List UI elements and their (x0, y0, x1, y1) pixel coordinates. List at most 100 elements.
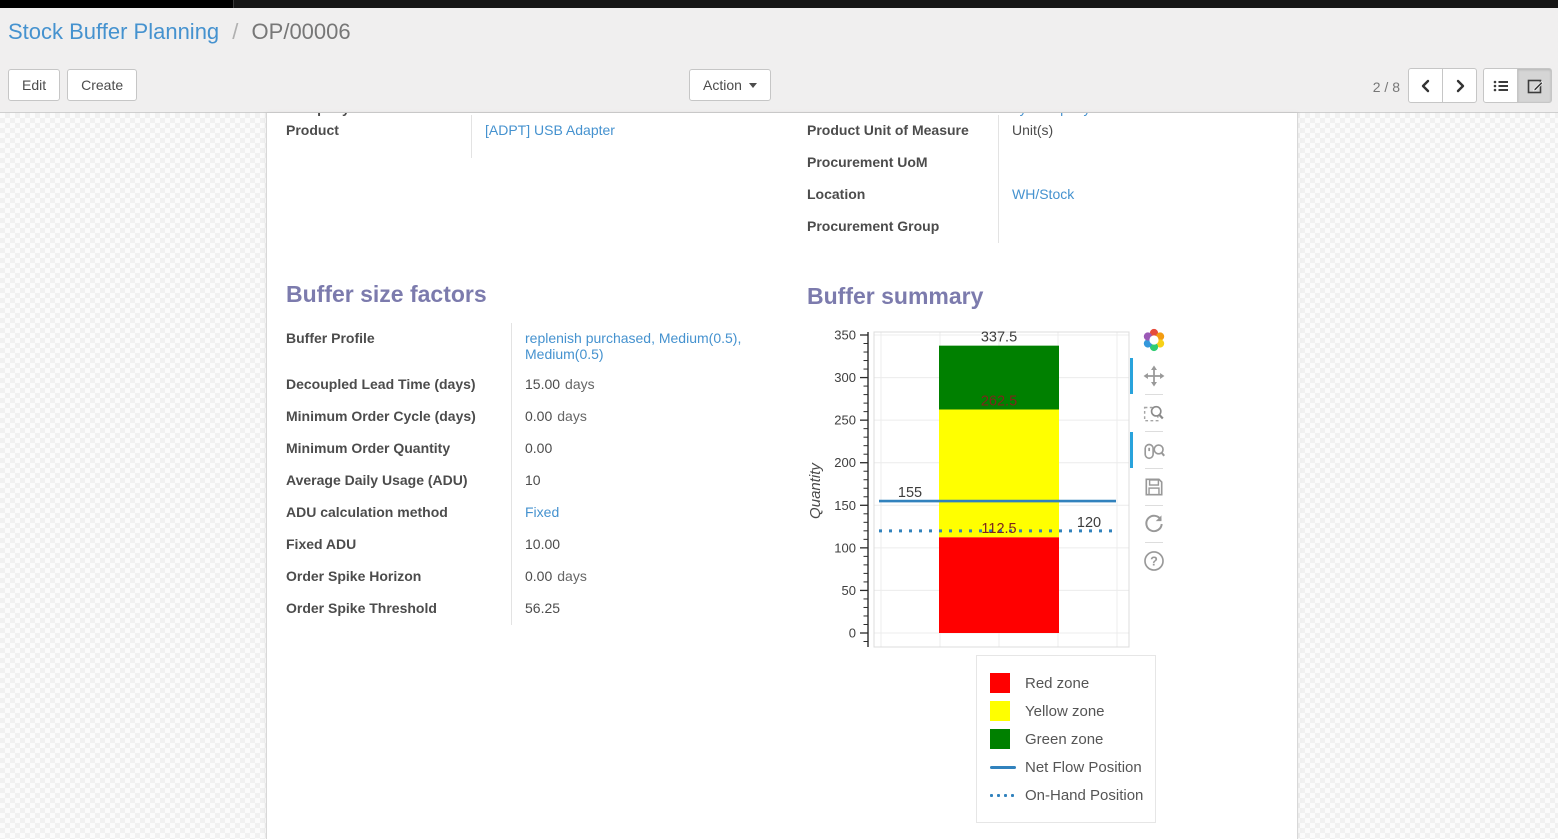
toolbar-separator (1145, 505, 1163, 506)
form-view-icon (1526, 77, 1544, 95)
legend-item: Yellow zone (990, 697, 1149, 725)
chevron-left-icon (1418, 78, 1434, 94)
toolbar-separator (1145, 542, 1163, 543)
field-value-text: 0.00 (525, 440, 552, 456)
active-tool-indicator (1130, 432, 1133, 468)
svg-text:120: 120 (1077, 515, 1101, 531)
field-value-text: 0.00 (525, 568, 552, 584)
field-value: 56.25 (511, 593, 768, 625)
legend-sample (990, 729, 1016, 749)
action-dropdown-button[interactable]: Action (689, 69, 771, 101)
section-title-buffer-summary: Buffer summary (807, 283, 983, 310)
legend-sample (990, 701, 1016, 721)
field-label: Product Unit of Measure (807, 115, 998, 147)
svg-text:Quantity: Quantity (807, 462, 824, 519)
field-value: [ADPT] USB Adapter (471, 115, 774, 158)
legend-item: Net Flow Position (990, 753, 1149, 781)
field-row: Decoupled Lead Time (days) 15.00 days (286, 369, 768, 401)
field-row: Order Spike Threshold 56.25 (286, 593, 768, 625)
buffer-summary-chart: 050100150200250300350337.5262.5155112.51… (807, 313, 1289, 823)
field-value-text: 10 (525, 472, 541, 488)
field-unit: days (557, 568, 587, 584)
field-label: Location (807, 179, 998, 211)
field-value-link[interactable]: replenish purchased, Medium(0.5), Medium… (525, 330, 741, 362)
field-value-text: 15.00 (525, 376, 560, 392)
action-label: Action (703, 77, 742, 93)
view-switcher-form-button[interactable] (1517, 68, 1552, 103)
field-row: ADU calculation methodFixed (286, 497, 768, 529)
field-label: Minimum Order Cycle (days) (286, 401, 511, 433)
measure-location-fields-group: Product Unit of Measure Unit(s) Procuremen… (807, 115, 1277, 243)
field-label: Order Spike Horizon (286, 561, 511, 593)
field-label: Fixed ADU (286, 529, 511, 561)
bokeh-logo-icon[interactable] (1141, 327, 1167, 353)
help-icon[interactable]: ? (1143, 550, 1165, 572)
field-value-text: 10.00 (525, 536, 560, 552)
legend-label: Net Flow Position (1025, 759, 1142, 776)
field-value-link[interactable]: WH/Stock (1012, 186, 1074, 202)
breadcrumb-current: OP/00006 (252, 19, 351, 44)
legend-sample (990, 673, 1016, 693)
field-value-link[interactable]: [ADPT] USB Adapter (485, 122, 615, 138)
breadcrumb-parent-link[interactable]: Stock Buffer Planning (8, 19, 219, 44)
legend-item: On-Hand Position (990, 781, 1149, 809)
breadcrumb: Stock Buffer Planning / OP/00006 (8, 19, 351, 45)
edit-button[interactable]: Edit (8, 69, 60, 101)
svg-text:155: 155 (898, 485, 922, 501)
field-row: Product Unit of Measure Unit(s) (807, 115, 1277, 147)
form-view-background: Company My Company Product[ADPT] USB Ada… (0, 113, 1558, 839)
legend-item: Red zone (990, 669, 1149, 697)
svg-text:100: 100 (834, 540, 856, 555)
app-menu-active-segment (0, 0, 234, 8)
field-value (998, 147, 1277, 179)
field-label: Product (286, 115, 471, 158)
control-panel: Stock Buffer Planning / OP/00006 Edit Cr… (0, 8, 1558, 113)
chart-legend: Red zoneYellow zoneGreen zoneNet Flow Po… (976, 655, 1156, 823)
field-value-text: 0.00 (525, 408, 552, 424)
field-value-text: Unit(s) (1012, 122, 1053, 138)
field-value: 15.00 days (511, 369, 768, 401)
field-value: replenish purchased, Medium(0.5), Medium… (511, 323, 768, 369)
field-unit: days (565, 376, 595, 392)
breadcrumb-separator: / (232, 19, 238, 44)
svg-text:112.5: 112.5 (981, 521, 1016, 537)
save-icon[interactable] (1143, 476, 1165, 498)
svg-text:250: 250 (834, 413, 856, 428)
field-label: Order Spike Threshold (286, 593, 511, 625)
field-row: Buffer Profilereplenish purchased, Mediu… (286, 323, 768, 369)
field-row: Product [ADPT] USB Adapter (286, 115, 774, 158)
field-row: Procurement UoM (807, 147, 1277, 179)
app-top-bar (0, 0, 1558, 8)
chart-plot-area[interactable]: 050100150200250300350337.5262.5155112.51… (807, 313, 1147, 658)
product-fields-group: Product [ADPT] USB Adapter (286, 115, 774, 158)
field-label: Average Daily Usage (ADU) (286, 465, 511, 497)
pan-icon[interactable] (1143, 365, 1165, 387)
field-row: Order Spike Horizon 0.00 days (286, 561, 768, 593)
wheel-zoom-icon[interactable] (1143, 439, 1165, 461)
legend-label: On-Hand Position (1025, 787, 1143, 804)
list-view-icon (1492, 77, 1510, 95)
field-value: Unit(s) (998, 115, 1277, 147)
field-value: 0.00 (511, 433, 768, 465)
field-row: Average Daily Usage (ADU) 10 (286, 465, 768, 497)
field-label: Procurement Group (807, 211, 998, 243)
form-sheet: Company My Company Product[ADPT] USB Ada… (266, 113, 1298, 839)
field-label: Decoupled Lead Time (days) (286, 369, 511, 401)
legend-label: Red zone (1025, 675, 1089, 692)
pager-previous-button[interactable] (1408, 68, 1443, 103)
create-button[interactable]: Create (67, 69, 137, 101)
field-row: Fixed ADU 10.00 (286, 529, 768, 561)
field-label: Procurement UoM (807, 147, 998, 179)
box-zoom-icon[interactable] (1143, 402, 1165, 424)
legend-label: Yellow zone (1025, 703, 1105, 720)
chevron-right-icon (1452, 78, 1468, 94)
field-unit: days (557, 408, 587, 424)
reset-icon[interactable] (1143, 513, 1165, 535)
pager-next-button[interactable] (1442, 68, 1477, 103)
active-tool-indicator (1130, 358, 1133, 394)
section-title-buffer-size-factors: Buffer size factors (286, 281, 487, 308)
field-value: 10 (511, 465, 768, 497)
field-value-text: 56.25 (525, 600, 560, 616)
field-value-link[interactable]: Fixed (525, 504, 559, 520)
view-switcher-list-button[interactable] (1483, 68, 1518, 103)
